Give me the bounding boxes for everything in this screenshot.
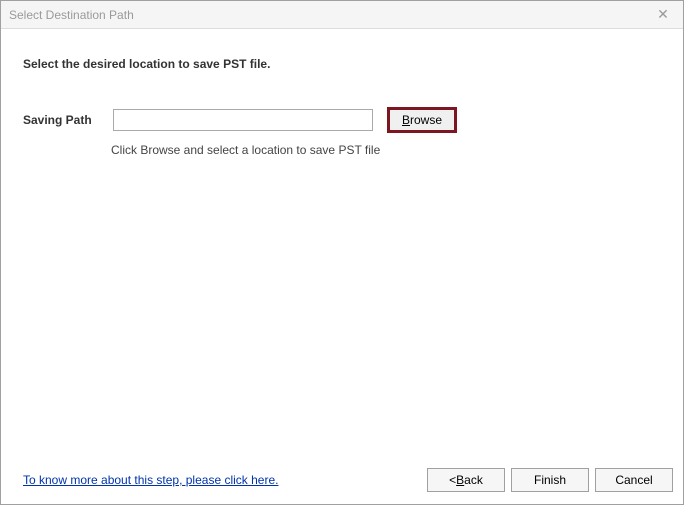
close-icon: ✕ xyxy=(657,6,669,23)
instruction-text: Select the desired location to save PST … xyxy=(23,57,661,71)
back-button[interactable]: < Back xyxy=(427,468,505,492)
hint-text: Click Browse and select a location to sa… xyxy=(111,143,661,157)
back-prefix: < xyxy=(449,473,456,487)
browse-button[interactable]: Browse xyxy=(387,107,457,133)
dialog-window: Select Destination Path ✕ Select the des… xyxy=(0,0,684,505)
browse-mnemonic: B xyxy=(402,113,410,127)
titlebar: Select Destination Path ✕ xyxy=(1,1,683,29)
content-area: Select the desired location to save PST … xyxy=(1,29,683,456)
saving-path-row: Saving Path Browse xyxy=(23,107,661,133)
close-button[interactable]: ✕ xyxy=(643,1,683,29)
back-label-rest: ack xyxy=(464,473,483,487)
cancel-button[interactable]: Cancel xyxy=(595,468,673,492)
finish-button[interactable]: Finish xyxy=(511,468,589,492)
more-info-link[interactable]: To know more about this step, please cli… xyxy=(23,473,278,487)
wizard-buttons: < Back Finish Cancel xyxy=(427,468,673,492)
saving-path-input[interactable] xyxy=(113,109,373,131)
back-mnemonic: B xyxy=(456,473,464,487)
browse-label-rest: rowse xyxy=(410,113,442,127)
saving-path-label: Saving Path xyxy=(23,113,99,127)
window-title: Select Destination Path xyxy=(9,8,643,22)
footer: To know more about this step, please cli… xyxy=(1,456,683,504)
